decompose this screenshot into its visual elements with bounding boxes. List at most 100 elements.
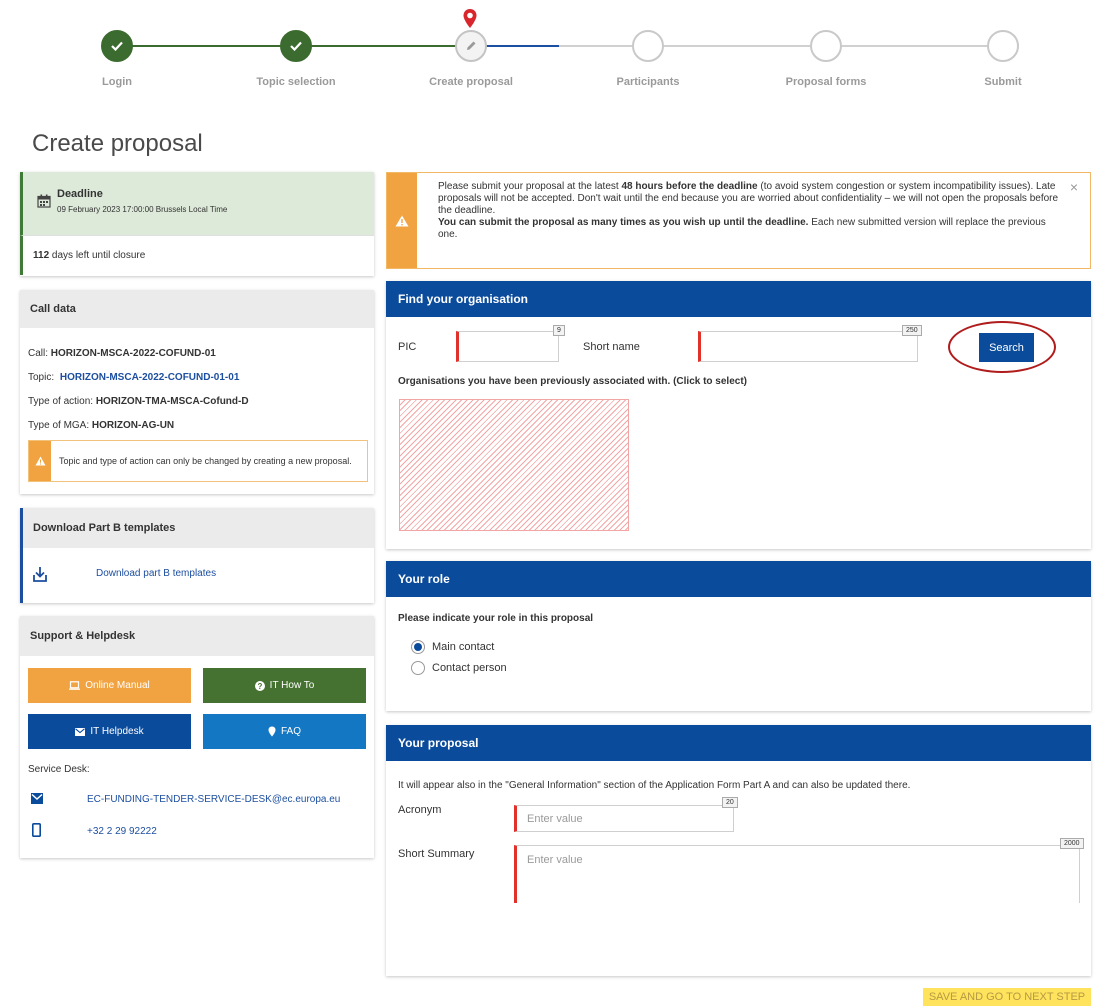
step-label-topic: Topic selection (256, 76, 336, 88)
your-role-title: Your role (386, 561, 1091, 597)
action-label: Type of action: (28, 396, 94, 407)
question-circle-icon: ? (254, 680, 265, 691)
radio-selected[interactable] (411, 640, 425, 654)
envelope-icon (75, 727, 86, 736)
role-option-label: Main contact (432, 641, 495, 653)
map-marker-icon (268, 726, 276, 737)
short-name-max-counter: 250 (902, 325, 922, 336)
call-label: Call: (28, 348, 49, 359)
action-row: Type of action: HORIZON-TMA-MSCA-Cofund-… (28, 396, 249, 407)
deadline-notice: Please submit your proposal at the lates… (386, 172, 1091, 269)
warning-icon (387, 173, 417, 268)
it-how-to-label: IT How To (269, 680, 315, 691)
laptop-icon (69, 681, 81, 690)
step-create-circle[interactable] (455, 30, 487, 62)
it-how-to-button[interactable]: ? IT How To (203, 668, 366, 703)
topic-link[interactable]: HORIZON-MSCA-2022-COFUND-01-01 (60, 372, 239, 383)
notice-text: Please submit your proposal at the lates… (438, 181, 1068, 241)
pic-input[interactable] (456, 331, 559, 362)
step-connector (117, 45, 296, 47)
save-next-button[interactable]: SAVE AND GO TO NEXT STEP (923, 988, 1091, 1006)
mga-value: HORIZON-AG-UN (91, 420, 175, 431)
envelope-icon (31, 793, 43, 804)
step-login-circle[interactable] (101, 30, 133, 62)
proposal-info-text: It will appear also in the "General Info… (398, 780, 911, 791)
step-label-forms: Proposal forms (785, 76, 867, 88)
days-left: 112 days left until closure (20, 235, 374, 275)
call-data-title: Call data (20, 290, 374, 328)
check-icon (111, 41, 123, 51)
mga-row: Type of MGA: HORIZON-AG-UN (28, 420, 174, 431)
organisations-list-area[interactable] (399, 399, 629, 531)
step-participants-circle (632, 30, 664, 62)
short-name-input[interactable] (698, 331, 918, 362)
pic-max-counter: 9 (553, 325, 565, 336)
location-pin-icon (463, 9, 477, 28)
notice-bold-part: You can submit the proposal as many time… (438, 217, 809, 228)
service-desk-phone-link[interactable]: +32 2 29 92222 (87, 826, 157, 837)
check-icon (290, 41, 302, 51)
short-summary-max-counter: 2000 (1060, 838, 1084, 849)
previous-organisations-label: Organisations you have been previously a… (398, 376, 747, 387)
acronym-max-counter: 20 (722, 797, 738, 808)
days-left-count: 112 (33, 250, 50, 261)
short-summary-label: Short Summary (398, 848, 475, 860)
acronym-label: Acronym (398, 804, 442, 816)
step-connector (649, 45, 826, 47)
radio-unselected[interactable] (411, 661, 425, 675)
step-label-create: Create proposal (429, 76, 513, 88)
download-templates-link[interactable]: Download part B templates (96, 568, 216, 579)
step-connector (826, 45, 1003, 47)
topic-warning-text: Topic and type of action can only be cha… (59, 456, 352, 466)
call-data-card: Call data Call: HORIZON-MSCA-2022-COFUND… (20, 290, 374, 494)
pic-label: PIC (398, 341, 417, 353)
your-role-panel: Your role (386, 561, 1091, 711)
svg-text:?: ? (257, 682, 262, 691)
warning-icon (29, 441, 51, 481)
topic-label: Topic: (28, 372, 55, 383)
download-card: Download Part B templates Download part … (20, 508, 374, 603)
notice-text-part: Please submit your proposal at the lates… (438, 181, 622, 192)
faq-button[interactable]: FAQ (203, 714, 366, 749)
download-icon[interactable] (33, 566, 47, 582)
faq-label: FAQ (280, 726, 301, 737)
notice-close-icon[interactable]: × (1070, 179, 1078, 195)
step-label-participants: Participants (616, 76, 680, 88)
acronym-input[interactable]: Enter value (514, 805, 734, 832)
service-desk-label: Service Desk: (28, 764, 90, 775)
service-desk-email-link[interactable]: EC-FUNDING-TENDER-SERVICE-DESK@ec.europa… (87, 794, 340, 805)
find-organisation-title: Find your organisation (386, 281, 1091, 317)
mga-label: Type of MGA: (28, 420, 90, 431)
online-manual-button[interactable]: Online Manual (28, 668, 191, 703)
action-value: HORIZON-TMA-MSCA-Cofund-D (95, 396, 249, 407)
it-helpdesk-label: IT Helpdesk (90, 726, 144, 737)
step-label-login: Login (102, 76, 132, 88)
role-option-main-contact[interactable]: Main contact (411, 640, 494, 654)
step-connector (296, 45, 471, 47)
online-manual-label: Online Manual (85, 680, 150, 691)
step-topic-circle[interactable] (280, 30, 312, 62)
notice-bold-part: 48 hours before the deadline (621, 181, 758, 192)
role-option-contact-person[interactable]: Contact person (411, 661, 507, 675)
days-left-text: days left until closure (51, 250, 146, 261)
progress-stepper: Login Topic selection Create proposal Pa… (0, 0, 1100, 110)
short-summary-textarea[interactable]: Enter value (514, 845, 1080, 903)
download-title: Download Part B templates (23, 508, 374, 548)
step-forms-circle (810, 30, 842, 62)
search-button[interactable]: Search (979, 333, 1034, 362)
step-submit-circle (987, 30, 1019, 62)
call-value: HORIZON-MSCA-2022-COFUND-01 (50, 348, 216, 359)
short-name-label: Short name (583, 341, 640, 353)
topic-row: Topic: HORIZON-MSCA-2022-COFUND-01-01 (28, 372, 239, 383)
it-helpdesk-button[interactable]: IT Helpdesk (28, 714, 191, 749)
calendar-icon (37, 194, 51, 208)
role-option-label: Contact person (432, 662, 507, 674)
mobile-phone-icon (32, 823, 41, 837)
call-row: Call: HORIZON-MSCA-2022-COFUND-01 (28, 348, 216, 359)
deadline-header: Deadline 09 February 2023 17:00:00 Bruss… (20, 172, 374, 235)
role-question: Please indicate your role in this propos… (398, 613, 594, 624)
support-title: Support & Helpdesk (20, 616, 374, 656)
topic-warning: Topic and type of action can only be cha… (28, 440, 368, 482)
step-label-submit: Submit (984, 76, 1022, 88)
deadline-date: 09 February 2023 17:00:00 Brussels Local… (57, 205, 228, 214)
